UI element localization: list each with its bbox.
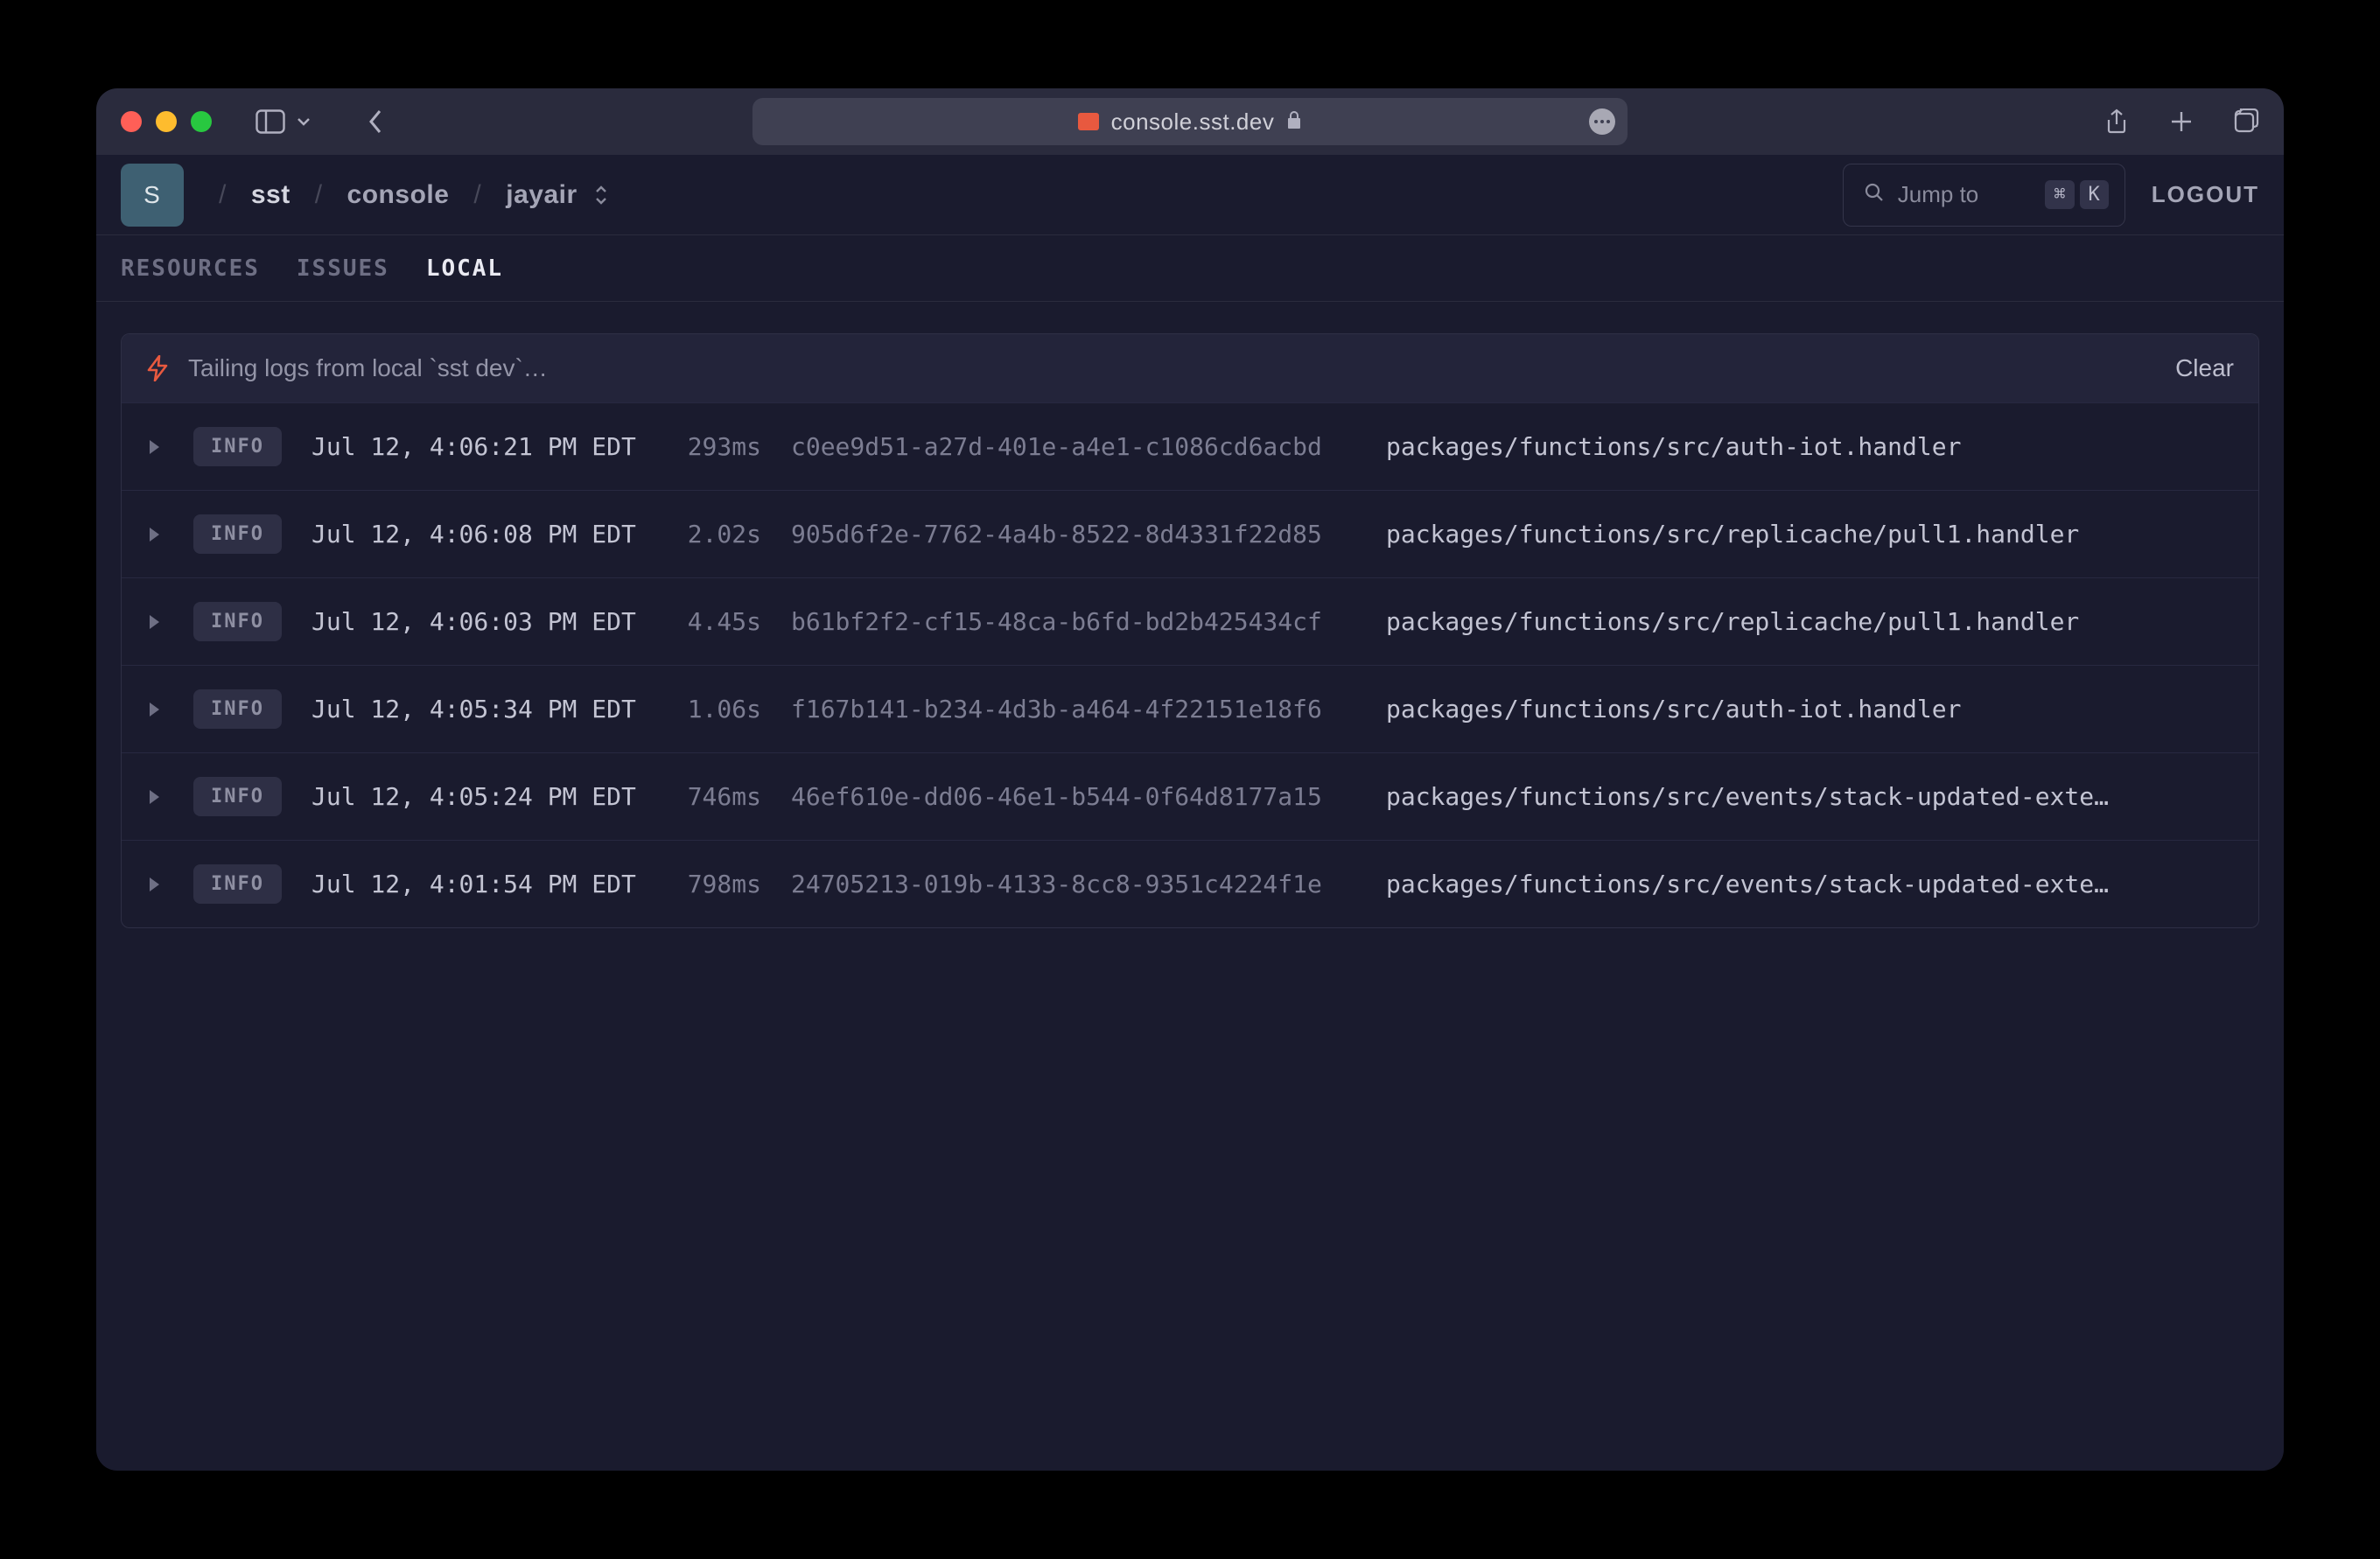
logs-status-text: Tailing logs from local `sst dev`…	[188, 354, 548, 382]
log-row[interactable]: INFO Jul 12, 4:06:21 PM EDT 293ms c0ee9d…	[122, 402, 2258, 490]
log-level-badge: INFO	[193, 514, 282, 554]
log-handler: packages/functions/src/auth-iot.handler	[1381, 695, 2234, 724]
log-timestamp: Jul 12, 4:06:03 PM EDT	[312, 607, 644, 636]
address-bar-url: console.sst.dev	[1111, 108, 1275, 136]
log-row[interactable]: INFO Jul 12, 4:06:08 PM EDT 2.02s 905d6f…	[122, 490, 2258, 577]
breadcrumb-item-workspace[interactable]: sst	[251, 180, 290, 210]
log-duration: 4.45s	[674, 607, 761, 636]
logs-panel-header: Tailing logs from local `sst dev`… Clear	[122, 334, 2258, 402]
kbd-cmd: ⌘	[2045, 180, 2074, 209]
fullscreen-window-button[interactable]	[191, 111, 212, 132]
log-duration: 746ms	[674, 782, 761, 811]
titlebar-right-controls	[2104, 108, 2259, 135]
expand-icon[interactable]	[146, 787, 164, 807]
jump-to-label: Jump to	[1898, 181, 1979, 208]
bolt-icon	[146, 355, 169, 381]
expand-icon[interactable]	[146, 612, 164, 632]
jump-to-button[interactable]: Jump to ⌘ K	[1843, 164, 2125, 227]
breadcrumb: / sst / console / jayair	[219, 180, 609, 210]
log-duration: 2.02s	[674, 520, 761, 549]
search-icon	[1865, 181, 1884, 208]
expand-icon[interactable]	[146, 700, 164, 719]
log-timestamp: Jul 12, 4:06:08 PM EDT	[312, 520, 644, 549]
breadcrumb-separator: /	[315, 180, 323, 210]
logout-button[interactable]: LOGOUT	[2152, 181, 2259, 208]
expand-icon[interactable]	[146, 875, 164, 894]
logs-panel: Tailing logs from local `sst dev`… Clear…	[121, 333, 2259, 928]
jump-to-shortcut: ⌘ K	[2045, 180, 2109, 209]
log-timestamp: Jul 12, 4:05:34 PM EDT	[312, 695, 644, 724]
clear-logs-button[interactable]: Clear	[2175, 354, 2234, 382]
log-handler: packages/functions/src/events/stack-upda…	[1381, 870, 2234, 898]
expand-icon[interactable]	[146, 437, 164, 457]
breadcrumb-item-app[interactable]: console	[347, 180, 450, 210]
tab-issues[interactable]: ISSUES	[297, 255, 389, 282]
tab-local[interactable]: LOCAL	[426, 255, 503, 282]
titlebar: console.sst.dev	[96, 88, 2284, 155]
log-duration: 293ms	[674, 432, 761, 461]
log-timestamp: Jul 12, 4:05:24 PM EDT	[312, 782, 644, 811]
log-request-id: c0ee9d51-a27d-401e-a4e1-c1086cd6acbd	[791, 432, 1351, 461]
log-request-id: 46ef610e-dd06-46e1-b544-0f64d8177a15	[791, 782, 1351, 811]
tab-overview-icon[interactable]	[2233, 108, 2259, 135]
org-badge-initial: S	[144, 181, 161, 209]
stage-switcher-icon[interactable]	[593, 184, 609, 206]
log-level-badge: INFO	[193, 689, 282, 729]
traffic-lights	[121, 111, 212, 132]
breadcrumb-item-stage[interactable]: jayair	[506, 180, 577, 210]
expand-icon[interactable]	[146, 525, 164, 544]
log-handler: packages/functions/src/replicache/pull1.…	[1381, 520, 2234, 549]
log-timestamp: Jul 12, 4:06:21 PM EDT	[312, 432, 644, 461]
log-row[interactable]: INFO Jul 12, 4:05:24 PM EDT 746ms 46ef61…	[122, 752, 2258, 840]
address-bar[interactable]: console.sst.dev	[752, 98, 1628, 145]
share-icon[interactable]	[2104, 108, 2130, 135]
log-level-badge: INFO	[193, 777, 282, 816]
log-request-id: 905d6f2e-7762-4a4b-8522-8d4331f22d85	[791, 520, 1351, 549]
breadcrumb-separator: /	[219, 180, 227, 210]
lock-icon	[1286, 108, 1302, 136]
breadcrumb-separator: /	[473, 180, 481, 210]
log-level-badge: INFO	[193, 864, 282, 904]
back-button-icon[interactable]	[368, 108, 385, 135]
close-window-button[interactable]	[121, 111, 142, 132]
titlebar-left-controls	[256, 108, 385, 135]
log-request-id: 24705213-019b-4133-8cc8-9351c4224f1e	[791, 870, 1351, 898]
minimize-window-button[interactable]	[156, 111, 177, 132]
page-settings-icon[interactable]	[1589, 108, 1615, 135]
tabs: RESOURCES ISSUES LOCAL	[96, 235, 2284, 302]
kbd-k: K	[2080, 180, 2109, 209]
tab-group-dropdown-icon[interactable]	[296, 114, 312, 129]
content-area: Tailing logs from local `sst dev`… Clear…	[96, 302, 2284, 1471]
header-right: Jump to ⌘ K LOGOUT	[1843, 164, 2259, 227]
log-rows: INFO Jul 12, 4:06:21 PM EDT 293ms c0ee9d…	[122, 402, 2258, 927]
log-request-id: b61bf2f2-cf15-48ca-b6fd-bd2b425434cf	[791, 607, 1351, 636]
site-favicon-icon	[1078, 113, 1099, 130]
app-header: S / sst / console / jayair Jump t	[96, 155, 2284, 235]
log-row[interactable]: INFO Jul 12, 4:06:03 PM EDT 4.45s b61bf2…	[122, 577, 2258, 665]
log-handler: packages/functions/src/events/stack-upda…	[1381, 782, 2234, 811]
org-badge[interactable]: S	[121, 164, 184, 227]
log-handler: packages/functions/src/replicache/pull1.…	[1381, 607, 2234, 636]
browser-window: console.sst.dev	[96, 88, 2284, 1471]
new-tab-icon[interactable]	[2168, 108, 2194, 135]
log-level-badge: INFO	[193, 427, 282, 466]
log-row[interactable]: INFO Jul 12, 4:01:54 PM EDT 798ms 247052…	[122, 840, 2258, 927]
sidebar-toggle-icon[interactable]	[256, 109, 285, 134]
log-timestamp: Jul 12, 4:01:54 PM EDT	[312, 870, 644, 898]
log-request-id: f167b141-b234-4d3b-a464-4f22151e18f6	[791, 695, 1351, 724]
log-duration: 1.06s	[674, 695, 761, 724]
log-duration: 798ms	[674, 870, 761, 898]
tab-resources[interactable]: RESOURCES	[121, 255, 260, 282]
log-handler: packages/functions/src/auth-iot.handler	[1381, 432, 2234, 461]
log-row[interactable]: INFO Jul 12, 4:05:34 PM EDT 1.06s f167b1…	[122, 665, 2258, 752]
log-level-badge: INFO	[193, 602, 282, 641]
